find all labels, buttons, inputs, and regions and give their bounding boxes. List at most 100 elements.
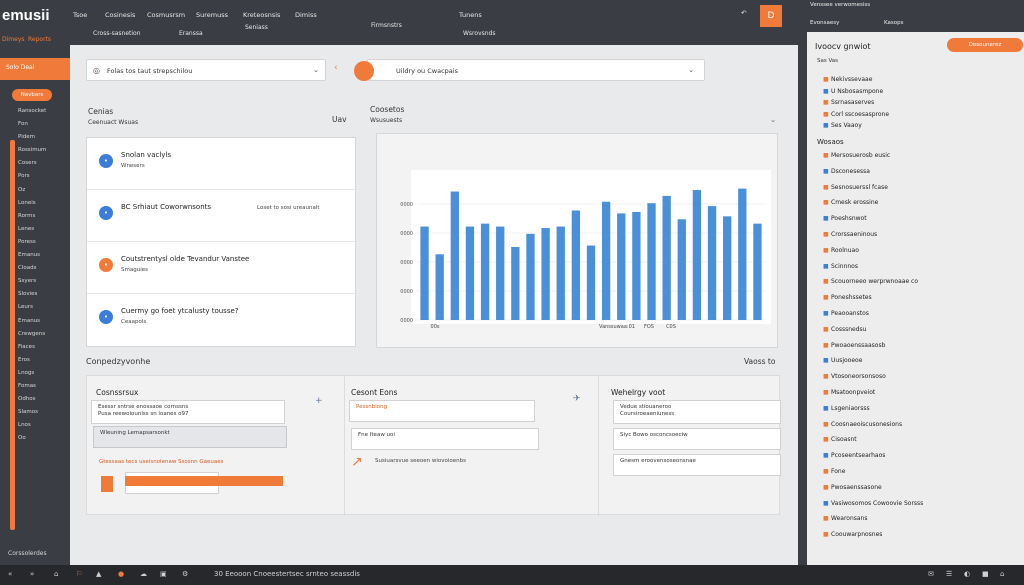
- composer-field[interactable]: Vedue stiouaneroo Coursiroeaeniuness: [613, 400, 781, 424]
- chart-bar[interactable]: [435, 254, 444, 320]
- right-panel-row[interactable]: ■ Vtosoneorsonsoso: [823, 373, 886, 385]
- chevron-left-icon[interactable]: ‹: [334, 63, 338, 73]
- right-panel-row[interactable]: ■ Corl sscoesasprone: [823, 111, 889, 123]
- sidebar-item[interactable]: Ransocket: [18, 108, 70, 121]
- chart-bar[interactable]: [753, 223, 762, 320]
- chart-bar[interactable]: [556, 226, 565, 320]
- composer-field[interactable]: Gnesm eroovensoseonsnae: [613, 454, 781, 476]
- sidebar-item[interactable]: Pidem: [18, 134, 70, 147]
- right-panel-row[interactable]: ■ Lsgeniaorsss: [823, 405, 870, 417]
- chart-bar[interactable]: [450, 191, 459, 320]
- right-panel-row[interactable]: ■ Cisoasnt: [823, 436, 857, 448]
- right-panel-button[interactable]: Dosounerez: [947, 38, 1023, 52]
- composer-field[interactable]: Pessnbiong: [349, 400, 535, 422]
- sidebar-item[interactable]: Fomas: [18, 383, 70, 396]
- sidebar-item[interactable]: Rorms: [18, 213, 70, 226]
- bottom-section-right-label[interactable]: Vaoss to: [744, 357, 775, 366]
- subbar-item[interactable]: Seniass: [245, 24, 268, 31]
- taskbar-item[interactable]: ⚐: [76, 570, 82, 578]
- right-panel-row[interactable]: ■ U Nsbosasmpone: [823, 88, 883, 100]
- top-action-button[interactable]: D: [760, 5, 782, 27]
- sidebar-footer[interactable]: Corssolerdes: [8, 550, 47, 557]
- right-panel-row[interactable]: ■ Poeshsnwot: [823, 215, 867, 227]
- address-bar-right[interactable]: Uildry ou Cwacpais ⌄: [354, 59, 705, 81]
- right-panel-row[interactable]: ■ Ses Vaaoy: [823, 122, 862, 134]
- right-panel-row[interactable]: ■ Pwoaoenssaasosb: [823, 342, 885, 354]
- right-panel-header-item[interactable]: Evonsaesy: [810, 20, 839, 26]
- sidebar-item[interactable]: Slovies: [18, 291, 70, 304]
- chart-bar[interactable]: [571, 210, 581, 321]
- sidebar-item[interactable]: Pors: [18, 173, 70, 186]
- taskbar-item[interactable]: ⌂: [54, 570, 58, 578]
- right-panel-row[interactable]: ■ Pwosaenssasone: [823, 484, 882, 496]
- sidebar-item[interactable]: Rossimum: [18, 147, 70, 160]
- subbar-item[interactable]: Firmsnstrs: [371, 22, 402, 29]
- chart-bar[interactable]: [526, 233, 535, 320]
- sidebar-item[interactable]: Oo: [18, 435, 70, 448]
- chart-bar[interactable]: [420, 226, 429, 320]
- taskbar-item[interactable]: »: [30, 570, 34, 578]
- chevron-down-icon[interactable]: ⌄: [688, 66, 694, 74]
- sidebar-item[interactable]: Fiaces: [18, 344, 70, 357]
- menu-item[interactable]: Cosmusrsm: [147, 11, 185, 19]
- chart-bar[interactable]: [647, 203, 656, 320]
- right-panel-row[interactable]: ■ Mersosuerosb eusic: [823, 152, 890, 164]
- sidebar-item[interactable]: Slamos: [18, 409, 70, 422]
- right-panel-row[interactable]: ■ Fone: [823, 468, 845, 480]
- chart-bar[interactable]: [707, 206, 717, 320]
- right-panel-row[interactable]: ■ Msatoonpveiot: [823, 389, 875, 401]
- right-panel-row[interactable]: ■ Pcoseentsearhaos: [823, 452, 885, 464]
- subbar-item[interactable]: Cross-sasnetion: [93, 30, 141, 37]
- list-item[interactable]: • Snolan vaclyls Wnesers: [87, 138, 357, 190]
- sidebar-item[interactable]: Emanus: [18, 318, 70, 331]
- right-panel-row[interactable]: ■ Roolnuao: [823, 247, 859, 259]
- right-panel-row[interactable]: ■ Cosssnedsu: [823, 326, 866, 338]
- menu-item[interactable]: Suremuss: [196, 11, 228, 19]
- sidebar-item[interactable]: Ssyers: [18, 278, 70, 291]
- right-panel-row[interactable]: ■ Wearonsans: [823, 515, 868, 527]
- list-item[interactable]: • Cuermy go foet ytcalusty tousse? Ceaap…: [87, 294, 357, 346]
- menu-item[interactable]: Tsoe: [73, 11, 87, 19]
- sidebar-item[interactable]: Leurs: [18, 304, 70, 317]
- composer-field-selected[interactable]: Wleuning Lemapsarsonkt: [93, 426, 287, 448]
- right-panel-row[interactable]: ■ Crorssaeninous: [823, 231, 877, 243]
- chevron-down-icon[interactable]: ⌄: [313, 66, 319, 74]
- right-panel-header-item[interactable]: Venssee verwomesiss: [810, 2, 870, 8]
- right-panel-row[interactable]: ■ Poneshssetes: [823, 294, 872, 306]
- sidebar-item[interactable]: Eros: [18, 357, 70, 370]
- list-item[interactable]: • BC Srhiaut Coworwnsonts Loset to sosi …: [87, 190, 357, 242]
- chart-bar[interactable]: [496, 226, 505, 320]
- chart-bar[interactable]: [480, 223, 490, 320]
- browser-orb-icon[interactable]: [354, 61, 374, 81]
- right-panel-row[interactable]: ■ Peaooanstos: [823, 310, 869, 322]
- taskbar-item[interactable]: ⚙: [182, 570, 188, 578]
- chart-bar[interactable]: [632, 211, 641, 320]
- send-icon[interactable]: ✈: [573, 394, 581, 404]
- sidebar-item[interactable]: Lenes: [18, 226, 70, 239]
- composer-field[interactable]: Esessr sntrse enossaoe cornssns Pusa ree…: [91, 400, 285, 424]
- sidebar-item[interactable]: Lnogs: [18, 370, 70, 383]
- chart-bar[interactable]: [662, 195, 671, 320]
- chart-bar[interactable]: [511, 247, 520, 320]
- sidebar-item[interactable]: Cosers: [18, 160, 70, 173]
- right-panel-row[interactable]: ■ Dsconesessa: [823, 168, 870, 180]
- taskbar-item[interactable]: ●: [118, 570, 124, 578]
- menu-item[interactable]: Dimiss: [295, 11, 317, 19]
- right-panel-row[interactable]: ■ Nekivssevaae: [823, 76, 872, 88]
- sidebar-item[interactable]: Cloads: [18, 265, 70, 278]
- menu-item[interactable]: Tunens: [459, 11, 482, 19]
- chart-bar[interactable]: [541, 228, 550, 320]
- chart-bar[interactable]: [723, 216, 732, 320]
- subbar-item[interactable]: Eranssa: [179, 30, 203, 37]
- address-bar-left[interactable]: ◎ Folas tos taut strepschilou ⌄: [86, 59, 326, 81]
- taskbar-item[interactable]: «: [8, 570, 12, 578]
- chart-bar[interactable]: [465, 226, 475, 320]
- sidebar-tab-0[interactable]: Dimeys: [2, 36, 25, 43]
- taskbar-tray-icon[interactable]: ✉: [928, 570, 934, 578]
- taskbar-item[interactable]: ▣: [160, 570, 167, 578]
- composer-field[interactable]: Fne Iteaw uoi: [351, 428, 539, 450]
- right-panel-row[interactable]: ■ Coosnaeoiscusonesions: [823, 421, 902, 433]
- menu-item[interactable]: Kreteosnsis: [243, 11, 280, 19]
- chart-bar[interactable]: [692, 190, 702, 320]
- plus-icon[interactable]: +: [315, 396, 323, 406]
